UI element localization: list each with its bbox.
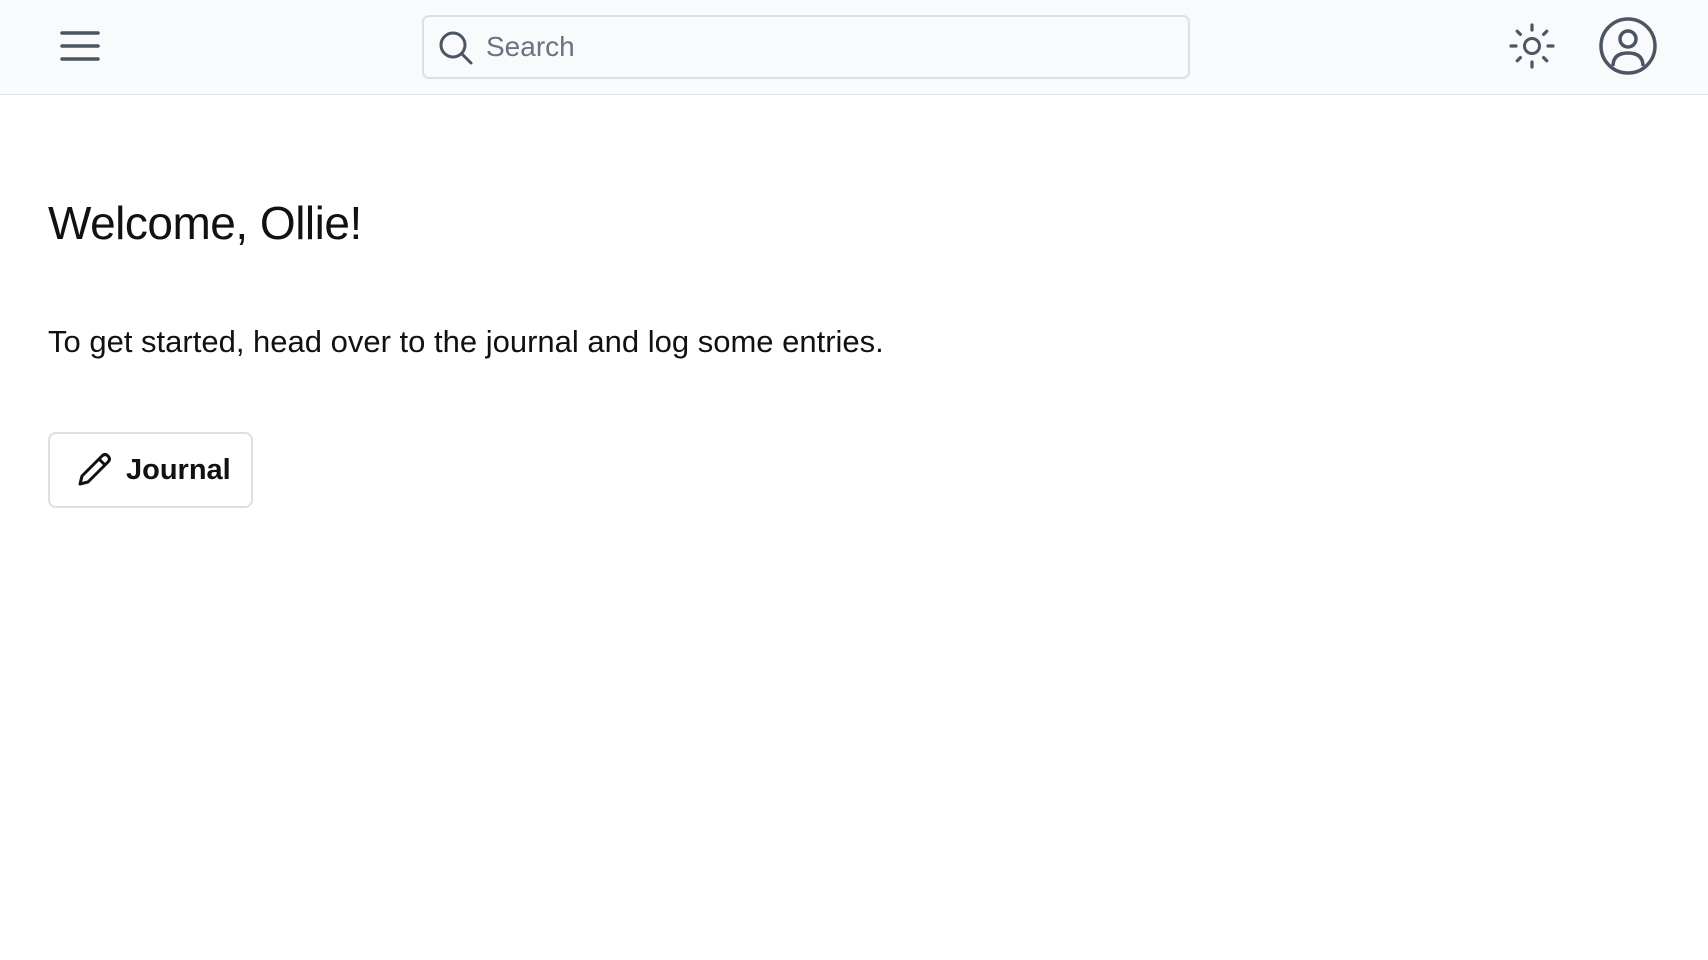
search-box bbox=[422, 15, 1190, 79]
page-title: Welcome, Ollie! bbox=[48, 197, 362, 249]
account-button[interactable] bbox=[1596, 16, 1660, 80]
intro-text: To get started, head over to the journal… bbox=[48, 324, 884, 359]
search-input[interactable] bbox=[486, 23, 1176, 71]
search-icon bbox=[438, 30, 474, 66]
menu-button[interactable] bbox=[52, 24, 108, 72]
hamburger-menu-icon bbox=[60, 30, 100, 67]
pencil-icon bbox=[74, 450, 114, 490]
sun-icon bbox=[1508, 22, 1556, 75]
journal-button[interactable]: Journal bbox=[48, 432, 253, 508]
journal-button-label: Journal bbox=[126, 453, 231, 486]
top-bar bbox=[0, 0, 1708, 95]
user-circle-icon bbox=[1598, 16, 1658, 81]
theme-toggle-button[interactable] bbox=[1504, 22, 1560, 74]
main-content: Welcome, Ollie! To get started, head ove… bbox=[48, 96, 1648, 896]
